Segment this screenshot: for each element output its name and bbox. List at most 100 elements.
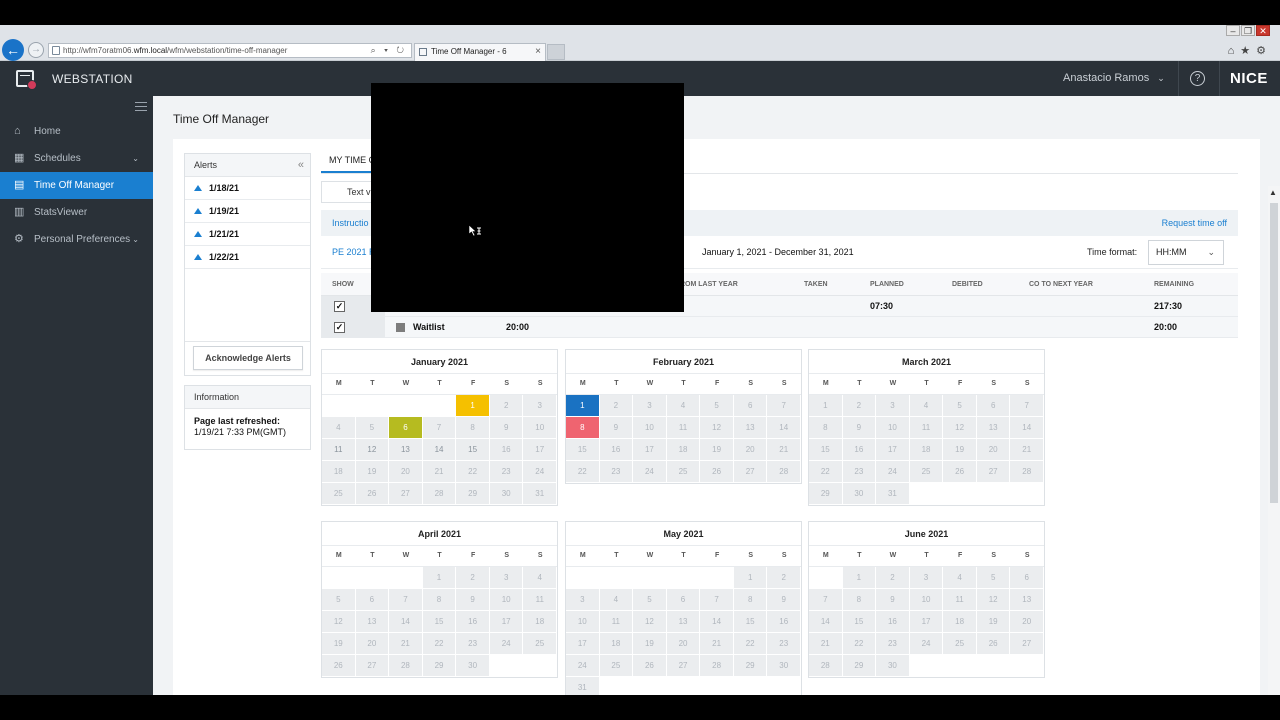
- calendar-day[interactable]: 22: [809, 461, 843, 483]
- calendar-day[interactable]: 26: [700, 461, 734, 483]
- forward-button[interactable]: →: [28, 42, 44, 58]
- calendar-day[interactable]: 15: [422, 611, 457, 633]
- calendar-day[interactable]: 29: [733, 655, 768, 677]
- show-checkbox[interactable]: ✓: [334, 301, 345, 312]
- calendar-day[interactable]: 9: [599, 417, 634, 439]
- calendar-day[interactable]: 30: [767, 655, 802, 677]
- calendar-day[interactable]: 6: [1010, 567, 1045, 589]
- calendar-day[interactable]: 19: [700, 439, 734, 461]
- calendar-day[interactable]: 14: [1010, 417, 1045, 439]
- calendar-day[interactable]: 14: [389, 611, 423, 633]
- calendar-day[interactable]: 4: [523, 567, 558, 589]
- calendar-day[interactable]: 14: [809, 611, 843, 633]
- calendar-day[interactable]: 24: [523, 461, 558, 483]
- calendar-day[interactable]: 15: [733, 611, 768, 633]
- back-button[interactable]: ←: [2, 39, 24, 61]
- calendar-day[interactable]: 9: [842, 417, 877, 439]
- calendar-day[interactable]: 21: [1010, 439, 1045, 461]
- calendar-day[interactable]: 13: [1010, 589, 1045, 611]
- calendar-day[interactable]: 28: [1010, 461, 1045, 483]
- calendar-day[interactable]: 18: [599, 633, 634, 655]
- calendar-day[interactable]: 19: [322, 633, 356, 655]
- calendar-day[interactable]: 16: [489, 439, 524, 461]
- calendar-day[interactable]: 17: [876, 439, 910, 461]
- calendar-day[interactable]: 18: [666, 439, 701, 461]
- calendar-day[interactable]: 15: [842, 611, 877, 633]
- calendar-day[interactable]: 23: [876, 633, 910, 655]
- calendar-day[interactable]: 17: [633, 439, 667, 461]
- calendar-day[interactable]: 20: [733, 439, 768, 461]
- calendar-day[interactable]: 20: [666, 633, 701, 655]
- calendar-day[interactable]: 18: [943, 611, 977, 633]
- calendar-day[interactable]: 21: [700, 633, 734, 655]
- calendar-day[interactable]: 27: [355, 655, 390, 677]
- calendar-day[interactable]: 8: [842, 589, 877, 611]
- calendar-day[interactable]: 28: [389, 655, 423, 677]
- calendar-day[interactable]: 12: [700, 417, 734, 439]
- calendar-day[interactable]: 2: [767, 567, 802, 589]
- favorites-icon[interactable]: ★: [1240, 45, 1256, 57]
- calendar-day[interactable]: 24: [633, 461, 667, 483]
- window-close-icon[interactable]: ✕: [1256, 25, 1270, 36]
- calendar-day[interactable]: 19: [355, 461, 390, 483]
- calendar-day[interactable]: 17: [523, 439, 558, 461]
- calendar-day[interactable]: 10: [876, 417, 910, 439]
- calendar-day[interactable]: 2: [842, 395, 877, 417]
- calendar-day[interactable]: 25: [599, 655, 634, 677]
- restore-icon[interactable]: ❐: [1241, 25, 1255, 36]
- scroll-up-icon[interactable]: ▲: [1269, 188, 1277, 197]
- calendar-day[interactable]: 17: [909, 611, 944, 633]
- calendar-day[interactable]: 6: [733, 395, 768, 417]
- calendar-day[interactable]: 22: [456, 461, 490, 483]
- calendar-day[interactable]: 9: [489, 417, 524, 439]
- calendar-day[interactable]: 29: [422, 655, 457, 677]
- calendar-day[interactable]: 25: [943, 633, 977, 655]
- calendar-day[interactable]: 11: [666, 417, 701, 439]
- calendar-day[interactable]: 13: [389, 439, 423, 461]
- calendar-day[interactable]: 21: [809, 633, 843, 655]
- calendar-day[interactable]: 3: [523, 395, 558, 417]
- calendar-day[interactable]: 4: [909, 395, 944, 417]
- calendar-day[interactable]: 10: [633, 417, 667, 439]
- calendar-day[interactable]: 2: [599, 395, 634, 417]
- calendar-day[interactable]: 27: [976, 461, 1011, 483]
- address-tools-icon[interactable]: ⌕ ▾ ↻: [371, 44, 407, 57]
- calendar-day[interactable]: 21: [767, 439, 802, 461]
- calendar-day[interactable]: 10: [523, 417, 558, 439]
- calendar-day[interactable]: 23: [767, 633, 802, 655]
- calendar-day[interactable]: 20: [355, 633, 390, 655]
- help-icon[interactable]: ?: [1190, 71, 1205, 86]
- calendar-day[interactable]: 22: [842, 633, 877, 655]
- calendar-day[interactable]: 12: [322, 611, 356, 633]
- calendar-day[interactable]: 26: [355, 483, 390, 505]
- sidebar-item-personal-preferences[interactable]: ⚙ Personal Preferences ⌄: [0, 226, 153, 253]
- calendar-day[interactable]: 2: [456, 567, 490, 589]
- address-bar[interactable]: http://wfm7oratm06.wfm.local/wfm/webstat…: [48, 43, 412, 58]
- acknowledge-alerts-button[interactable]: Acknowledge Alerts: [193, 346, 303, 370]
- calendar-day[interactable]: 6: [389, 417, 423, 439]
- calendar-day[interactable]: 4: [599, 589, 634, 611]
- calendar-day[interactable]: 29: [809, 483, 843, 505]
- calendar-day[interactable]: 5: [976, 567, 1011, 589]
- scroll-thumb[interactable]: [1270, 203, 1278, 503]
- calendar-day[interactable]: 4: [666, 395, 701, 417]
- calendar-day[interactable]: 19: [943, 439, 977, 461]
- calendar-day[interactable]: 5: [700, 395, 734, 417]
- calendar-day[interactable]: 25: [909, 461, 944, 483]
- calendar-day[interactable]: 29: [456, 483, 490, 505]
- calendar-day[interactable]: 5: [633, 589, 667, 611]
- alert-row[interactable]: 1/18/21: [185, 177, 310, 200]
- calendar-day[interactable]: 30: [876, 655, 910, 677]
- calendar-day[interactable]: 11: [909, 417, 944, 439]
- calendar-day[interactable]: 8: [566, 417, 600, 439]
- calendar-day[interactable]: 5: [943, 395, 977, 417]
- calendar-day[interactable]: 28: [422, 483, 457, 505]
- calendar-day[interactable]: 25: [322, 483, 356, 505]
- calendar-day[interactable]: 18: [322, 461, 356, 483]
- calendar-day[interactable]: 12: [633, 611, 667, 633]
- calendar-day[interactable]: 23: [456, 633, 490, 655]
- calendar-day[interactable]: 3: [876, 395, 910, 417]
- calendar-day[interactable]: 31: [876, 483, 910, 505]
- calendar-day[interactable]: 11: [523, 589, 558, 611]
- new-tab-button[interactable]: [547, 44, 565, 60]
